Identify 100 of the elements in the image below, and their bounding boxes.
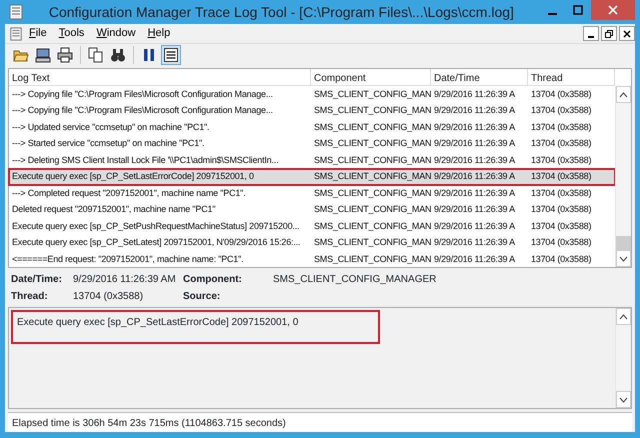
table-cell-text: 9/29/2016 11:26:39 A <box>433 186 516 200</box>
pause-icon <box>141 46 157 62</box>
table-cell-text: ---> Copying file "C:\Program Files\Microsoft Configuration Manage... <box>11 88 274 101</box>
table-cell-text: 9/29/2016 11:26:39 A <box>433 203 516 216</box>
table-cell-text: 13704 (0x3588) <box>530 203 592 216</box>
column-header[interactable]: Thread <box>528 69 615 86</box>
table-row[interactable]: Deleted request "2097152001", machine name "PC1" SMS_CLIENT_CONFIG_MAN 9/29/2016 11:26:39 A 13704 (0x3588) <box>9 202 615 218</box>
table-cell-text: SMS_CLIENT_CONFIG_MAN <box>313 137 431 150</box>
close-button[interactable] <box>619 26 635 41</box>
table-cell-text: Execute query exec [sp_CP_SetLatest] 2097152001, N'09/29/2016 15:26:... <box>11 236 302 249</box>
table-cell-text: Deleted request "2097152001", machine name "PC1" <box>11 203 216 216</box>
toolbar-button[interactable] <box>161 44 181 64</box>
table-row[interactable]: ---> Updated service "ccmsetup" on machine "PC1". SMS_CLIENT_CONFIG_MAN 9/29/2016 11:26:39 A 13704 (0x3588) <box>9 119 615 136</box>
window-title: Configuration Manager Trace Log Tool - [C:\Program Files\...\Logs\ccm.log] <box>48 2 515 22</box>
menu-item[interactable]: File <box>23 25 53 42</box>
copy-icon <box>88 46 104 62</box>
table-cell-text: Execute query exec [sp_CP_SetPushRequestMachineStatus] 209715200... <box>11 220 300 233</box>
chevron-up-icon <box>619 314 628 320</box>
table-cell-text: 9/29/2016 11:26:39 A <box>433 104 516 117</box>
table-cell-text: SMS_CLIENT_CONFIG_MAN <box>313 104 431 117</box>
table-cell-text: 13704 (0x3588) <box>530 104 592 117</box>
table-row[interactable]: <======End request: "2097152001", machine name: "PC1". SMS_CLIENT_CONFIG_MAN 9/29/2016 11:26:39 A 13704 (0x3588) <box>9 251 615 268</box>
chevron-down-icon <box>619 396 628 402</box>
table-cell-text: SMS_CLIENT_CONFIG_MAN <box>313 154 431 167</box>
scroll-down-button[interactable] <box>616 250 631 267</box>
printer-icon <box>57 46 73 62</box>
scrollbar-track[interactable] <box>615 86 631 267</box>
app-icon <box>8 4 24 20</box>
table-cell-text: SMS_CLIENT_CONFIG_MAN <box>313 220 431 233</box>
table-cell-text: SMS_CLIENT_CONFIG_MAN <box>313 186 431 200</box>
table-row[interactable]: Execute query exec [sp_CP_SetPushRequestMachineStatus] 209715200... SMS_CLIENT_CONFIG_MAN 9/29/2016 11:26:39 A 13704 (0x3588) <box>9 218 615 234</box>
table-cell-text: 13704 (0x3588) <box>530 236 592 249</box>
restore-icon <box>604 28 614 38</box>
column-header[interactable]: Component <box>311 69 431 86</box>
column-header[interactable]: Log Text <box>9 69 311 86</box>
table-cell-text: 13704 (0x3588) <box>530 137 592 150</box>
scrollbar-track[interactable] <box>615 308 631 408</box>
scroll-up-button[interactable] <box>616 308 631 325</box>
table-cell-text: 13704 (0x3588) <box>530 220 592 233</box>
restore-button[interactable] <box>601 26 617 41</box>
maximize-icon <box>573 5 583 15</box>
close-icon <box>608 5 618 15</box>
field-label: Source: <box>183 290 222 304</box>
table-cell-text: ---> Deleting SMS Client Install Lock File '\\PC1\admin$\SMSClientIn... <box>11 154 280 167</box>
table-cell-text: SMS_CLIENT_CONFIG_MAN <box>313 252 431 266</box>
table-row[interactable]: ---> Copying file "C:\Program Files\Microsoft Configuration Manage... SMS_CLIENT_CONFIG_MAN 9/29/2016 11:26:39 A 13704 (0x3588) <box>9 86 615 102</box>
field-value: 13704 (0x3588) <box>73 290 144 304</box>
table-cell-text: 9/29/2016 11:26:39 A <box>433 120 516 134</box>
table-cell-text: 9/29/2016 11:26:39 A <box>433 88 516 100</box>
scroll-up-button[interactable] <box>616 86 631 103</box>
menu-item[interactable]: Window <box>90 25 142 42</box>
toolbar-button[interactable] <box>55 44 75 64</box>
scrollbar-thumb[interactable] <box>616 236 631 250</box>
table-cell-text: 9/29/2016 11:26:39 A <box>433 154 516 166</box>
minimize-button[interactable] <box>583 26 599 41</box>
table-cell-text: SMS_CLIENT_CONFIG_MAN <box>313 236 431 249</box>
table-cell-text: 13704 (0x3588) <box>530 154 592 167</box>
list-view-icon <box>163 46 179 62</box>
table-row[interactable]: ---> Started service "ccmsetup" on machine "PC1". SMS_CLIENT_CONFIG_MAN 9/29/2016 11:26:39 A 13704 (0x3588) <box>9 136 615 152</box>
table-cell-text: Execute query exec [sp_CP_SetLastErrorCode] 2097152001, 0 <box>11 170 255 183</box>
table-cell-text: 13704 (0x3588) <box>530 120 592 134</box>
table-row[interactable]: Execute query exec [sp_CP_SetLatest] 2097152001, N'09/29/2016 15:26:... SMS_CLIENT_CONFIG_MAN 9/29/2016 11:26:39 A 13704 (0x3588) <box>9 234 615 251</box>
table-cell-text: ---> Updated service "ccmsetup" on machine "PC1". <box>11 120 210 134</box>
binoculars-icon <box>110 46 126 62</box>
table-cell-text: ---> Started service "ccmsetup" on machine "PC1". <box>11 137 206 150</box>
close-icon <box>622 28 632 38</box>
table-row[interactable]: ---> Deleting SMS Client Install Lock File '\\PC1\admin$\SMSClientIn... SMS_CLIENT_CONFIG_MAN 9/29/2016 11:26:39 A 13704 (0x3588) <box>9 152 615 168</box>
menu-item[interactable]: Help <box>142 25 176 42</box>
field-value: 9/29/2016 11:26:39 AM <box>73 273 177 287</box>
table-cell-text: SMS_CLIENT_CONFIG_MAN <box>313 203 431 216</box>
document-icon <box>9 26 23 40</box>
field-label: Date/Time: <box>11 273 63 287</box>
table-cell-text: SMS_CLIENT_CONFIG_MAN <box>313 120 431 134</box>
table-row[interactable]: Execute query exec [sp_CP_SetLastErrorCode] 2097152001, 0 SMS_CLIENT_CONFIG_MAN 9/29/2016 11:26:39 A 13704 (0x3588) <box>9 168 615 185</box>
message-text: Execute query exec [sp_CP_SetLastErrorCode] 2097152001, 0 <box>13 312 378 342</box>
menu-item[interactable]: Tools <box>52 25 90 42</box>
table-cell-text: 9/29/2016 11:26:39 A <box>433 170 516 183</box>
table-cell-text: ---> Copying file "C:\Program Files\Microsoft Configuration Manage... <box>11 104 274 117</box>
minimize-icon <box>548 13 556 15</box>
table-cell-text: <======End request: "2097152001", machine name: "PC1". <box>11 252 244 266</box>
field-value: SMS_CLIENT_CONFIG_MANAGER <box>273 273 438 287</box>
field-label: Thread: <box>11 290 49 304</box>
column-header[interactable]: Date/Time <box>431 69 528 86</box>
table-cell-text: 9/29/2016 11:26:39 A <box>433 236 516 249</box>
status-bar: Elapsed time is 306h 54m 23s 715ms (1104863.715 seconds) <box>8 412 632 432</box>
computer-icon <box>35 46 51 62</box>
table-cell-text: 9/29/2016 11:26:39 A <box>433 137 516 150</box>
scroll-down-button[interactable] <box>616 391 631 408</box>
table-cell-text: SMS_CLIENT_CONFIG_MAN <box>313 170 431 183</box>
chevron-down-icon <box>619 256 628 262</box>
table-cell-text: 13704 (0x3588) <box>530 170 592 183</box>
minimize-icon <box>588 36 594 38</box>
table-cell-text: 13704 (0x3588) <box>530 252 592 266</box>
table-cell-text: 9/29/2016 11:26:39 A <box>433 252 516 266</box>
table-row[interactable]: ---> Copying file "C:\Program Files\Microsoft Configuration Manage... SMS_CLIENT_CONFIG_MAN 9/29/2016 11:26:39 A 13704 (0x3588) <box>9 102 615 119</box>
table-cell-text: ---> Completed request "2097152001", machine name "PC1". <box>11 186 246 200</box>
table-cell-text: SMS_CLIENT_CONFIG_MAN <box>313 88 431 101</box>
table-cell-text: 13704 (0x3588) <box>530 186 592 200</box>
table-cell-text: 13704 (0x3588) <box>530 88 592 101</box>
table-row[interactable]: ---> Completed request "2097152001", machine name "PC1". SMS_CLIENT_CONFIG_MAN 9/29/2016 11:26:39 A 13704 (0x3588) <box>9 185 615 202</box>
